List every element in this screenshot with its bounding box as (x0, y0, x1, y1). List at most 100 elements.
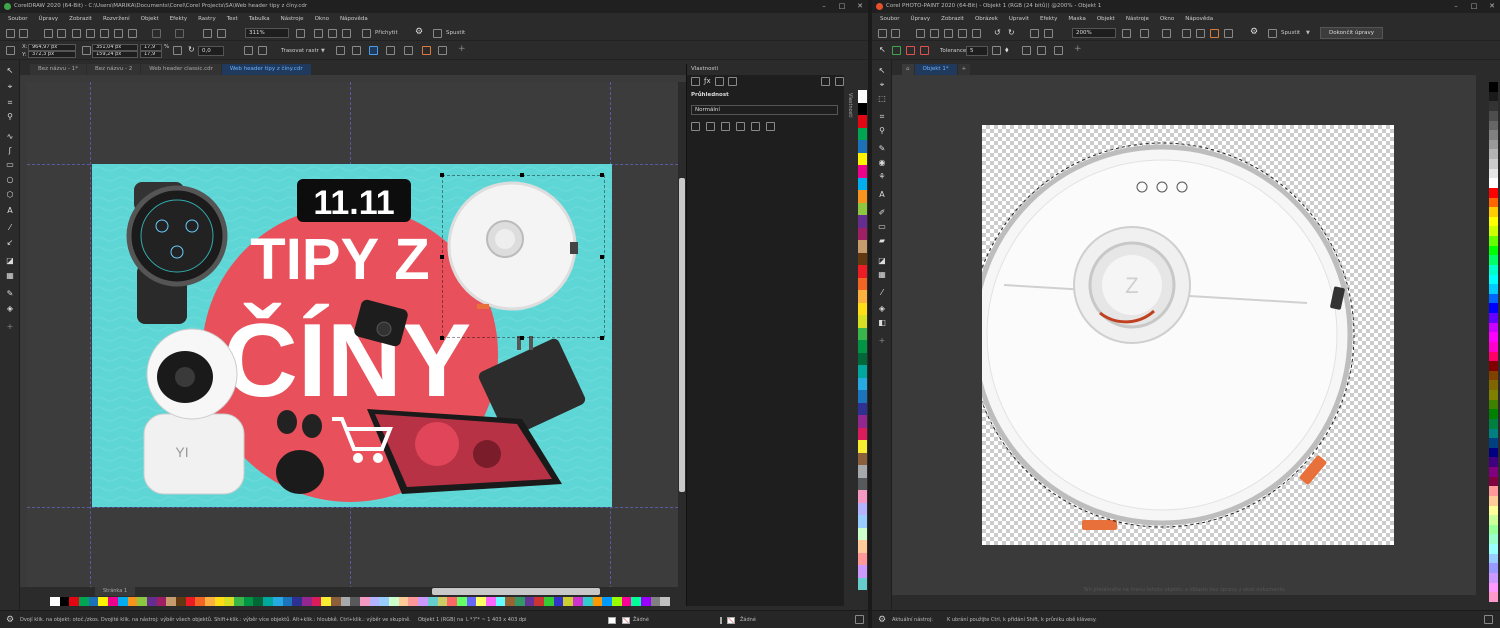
text-tool-icon[interactable]: A (5, 206, 15, 216)
maximize-icon[interactable]: □ (838, 2, 846, 10)
color-swatch[interactable] (1489, 505, 1498, 516)
zoom-fit-icon[interactable] (1122, 29, 1131, 38)
color-swatch[interactable] (1489, 274, 1498, 285)
cdr-menu-item[interactable]: Rastry (198, 13, 216, 26)
color-swatch[interactable] (195, 597, 205, 606)
tolerance-spin-icon[interactable] (992, 46, 1001, 55)
color-swatch[interactable] (1489, 284, 1498, 294)
color-swatch[interactable] (330, 597, 341, 606)
import-icon[interactable] (203, 29, 212, 38)
document-tab[interactable]: Web header classic.cdr (141, 64, 221, 75)
x-position-input[interactable]: 964,97 px (28, 44, 76, 51)
color-swatch[interactable] (858, 302, 867, 315)
color-swatch[interactable] (1489, 207, 1498, 217)
artistic-media-tool-icon[interactable]: ʃ (5, 146, 15, 156)
brush-icon[interactable]: ⬧ (1005, 45, 1009, 55)
color-manager-icon[interactable] (1484, 615, 1493, 624)
open-icon[interactable] (891, 29, 900, 38)
selection-handle[interactable] (520, 173, 524, 177)
color-swatch[interactable] (1489, 101, 1498, 111)
pick-tool-icon[interactable]: ↖ (877, 66, 887, 76)
color-swatch[interactable] (1489, 380, 1498, 390)
color-swatch[interactable] (858, 315, 867, 328)
color-swatch[interactable] (858, 365, 867, 378)
print-icon[interactable] (930, 29, 939, 38)
add-mode-icon[interactable] (906, 46, 915, 55)
color-swatch[interactable] (1489, 110, 1498, 121)
normal-mode-icon[interactable] (892, 46, 901, 55)
parallel-dimension-tool-icon[interactable]: ⁄ (5, 223, 15, 233)
color-swatch[interactable] (1489, 120, 1498, 131)
launch-icon[interactable] (1268, 29, 1277, 38)
color-swatch[interactable] (553, 597, 564, 606)
gear-icon[interactable]: ⚙ (415, 27, 423, 37)
color-swatch[interactable] (858, 340, 867, 353)
color-swatch[interactable] (166, 597, 176, 606)
pp-menu-item[interactable]: Objekt (1097, 13, 1115, 26)
color-swatch[interactable] (621, 597, 632, 606)
color-swatch[interactable] (1489, 139, 1498, 150)
add-tool-icon[interactable]: + (5, 322, 15, 332)
color-swatch[interactable] (534, 597, 545, 606)
chevron-down-icon[interactable]: ▼ (1306, 30, 1310, 36)
color-eyedropper-icon[interactable]: ⁄ (877, 288, 887, 298)
color-swatch[interactable] (456, 597, 467, 606)
mirror-horizontal-icon[interactable] (244, 46, 253, 55)
color-swatch[interactable] (524, 597, 535, 606)
fill-swatch-icon[interactable] (608, 617, 616, 624)
pp-menu-item[interactable]: Efekty (1040, 13, 1057, 26)
cloud-download-icon[interactable] (86, 29, 95, 38)
color-swatch[interactable] (234, 597, 244, 606)
color-swatch[interactable] (1489, 303, 1498, 313)
docker-icon-2[interactable] (835, 77, 844, 86)
mask-icon[interactable] (1224, 29, 1233, 38)
color-swatch[interactable] (858, 540, 867, 553)
snap-icon[interactable] (362, 29, 371, 38)
home-tab-icon[interactable]: ⌂ (902, 64, 914, 75)
import-icon[interactable] (1030, 29, 1039, 38)
color-swatch[interactable] (1489, 264, 1498, 275)
undo-icon[interactable] (152, 29, 161, 38)
color-swatch[interactable] (858, 202, 867, 215)
color-swatch[interactable] (146, 597, 157, 606)
document-tab[interactable]: Bez názvu - 1* (30, 64, 87, 75)
color-swatch[interactable] (1489, 351, 1498, 362)
color-swatch[interactable] (640, 597, 651, 606)
color-swatch[interactable] (858, 427, 867, 440)
color-swatch[interactable] (858, 102, 867, 115)
minimize-icon[interactable]: – (820, 2, 828, 10)
y-position-input[interactable]: 372,3 px (28, 51, 76, 58)
photopaint-vertical-palette[interactable] (1489, 82, 1498, 602)
paint-tool-icon[interactable]: ✐ (877, 208, 887, 218)
text-tool-icon[interactable]: A (877, 190, 887, 200)
color-swatch[interactable] (1489, 428, 1498, 439)
color-swatch[interactable] (1489, 82, 1498, 92)
color-swatch[interactable] (858, 252, 867, 265)
color-swatch[interactable] (137, 597, 147, 606)
bitmap-tab-icon[interactable] (727, 77, 737, 86)
color-swatch[interactable] (1489, 168, 1498, 179)
color-swatch[interactable] (1489, 418, 1498, 429)
color-swatch[interactable] (1489, 216, 1498, 227)
cdr-menu-item[interactable]: Soubor (8, 13, 27, 26)
color-swatch[interactable] (858, 440, 867, 453)
pp-menu-item[interactable]: Maska (1068, 13, 1085, 26)
color-swatch[interactable] (592, 597, 603, 606)
pp-menu-item[interactable]: Úpravy (910, 13, 930, 26)
launch-label[interactable]: Spustit (1281, 28, 1300, 38)
color-swatch[interactable] (858, 165, 867, 178)
outline-pen-icon[interactable] (720, 617, 722, 624)
color-swatch[interactable] (311, 597, 322, 606)
paste-icon[interactable] (972, 29, 981, 38)
gear-icon[interactable]: ⚙ (1250, 27, 1258, 37)
color-swatch[interactable] (127, 597, 138, 606)
edit-bitmap-icon[interactable] (352, 46, 361, 55)
rectangle-mask-tool-icon[interactable]: ⬚ (877, 94, 887, 104)
color-swatch[interactable] (1489, 390, 1498, 400)
color-swatch[interactable] (156, 597, 167, 606)
bitmap-mask-icon[interactable] (386, 46, 395, 55)
color-swatch[interactable] (175, 597, 186, 606)
settings-gear-icon[interactable]: ⚙ (6, 611, 14, 628)
scale-x-input[interactable]: 17,9 (140, 44, 162, 51)
vertical-scrollbar[interactable] (678, 82, 686, 589)
